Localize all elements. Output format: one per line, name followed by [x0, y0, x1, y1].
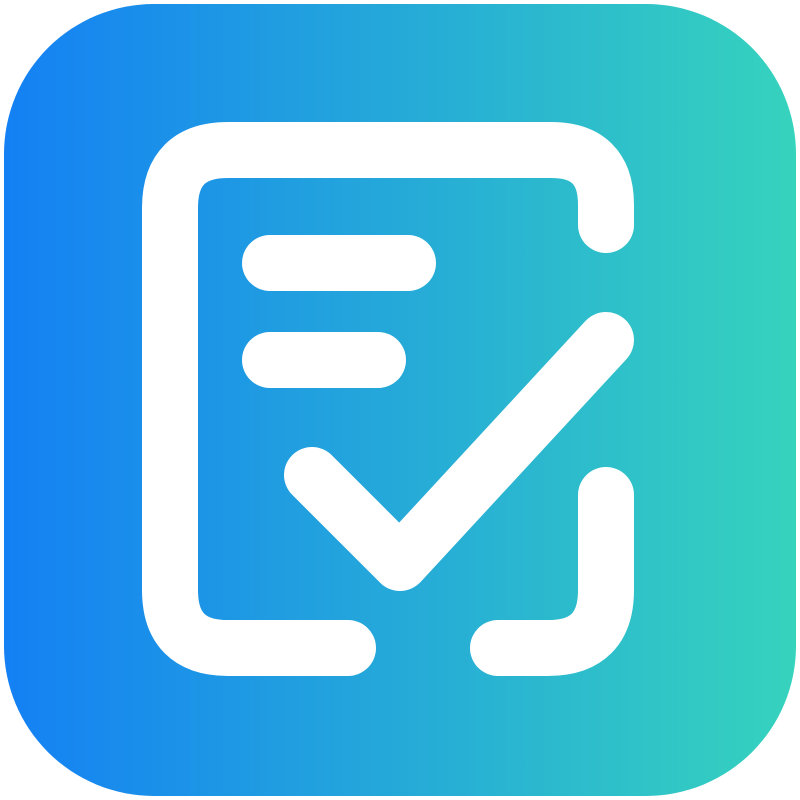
checklist-document-icon: [4, 4, 796, 796]
app-icon: [0, 0, 800, 800]
